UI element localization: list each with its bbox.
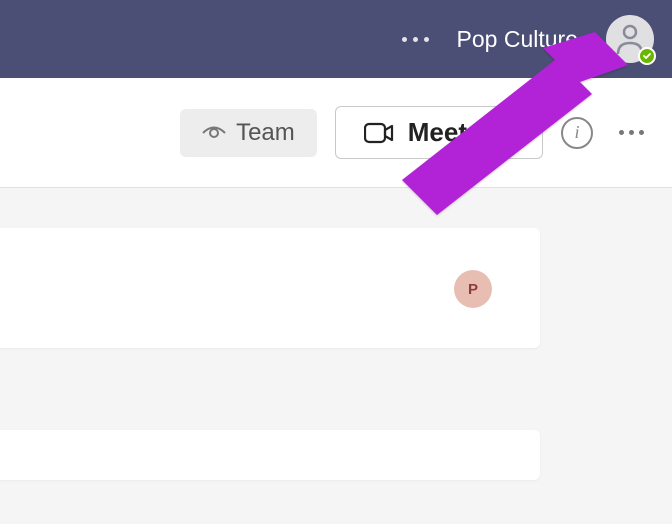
message-card[interactable] <box>0 430 540 480</box>
profile-avatar[interactable] <box>606 15 654 63</box>
toolbar-more-icon[interactable] <box>611 122 652 143</box>
presence-available-icon <box>638 47 656 65</box>
team-button[interactable]: Team <box>180 109 317 157</box>
reaction-avatar[interactable]: P <box>454 270 492 308</box>
avatar-initial: P <box>468 281 478 298</box>
chevron-down-icon[interactable] <box>481 128 514 138</box>
info-icon: i <box>574 122 579 143</box>
meet-button[interactable]: Meet <box>335 106 543 159</box>
messages-area: P <box>0 188 672 524</box>
info-button[interactable]: i <box>561 117 593 149</box>
video-icon <box>364 122 394 144</box>
title-bar: Pop Culture <box>0 0 672 78</box>
eye-icon <box>202 124 226 142</box>
meet-label: Meet <box>408 117 467 148</box>
team-label: Team <box>236 119 295 147</box>
channel-title: Pop Culture <box>457 26 578 53</box>
titlebar-more-icon[interactable] <box>402 37 429 42</box>
channel-toolbar: Team Meet i <box>0 78 672 188</box>
message-card[interactable]: P <box>0 228 540 348</box>
